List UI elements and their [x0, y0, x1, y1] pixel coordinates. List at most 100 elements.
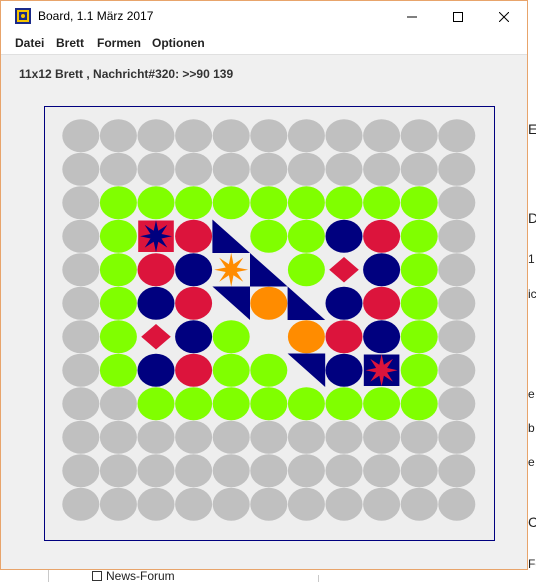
grey-disc: [438, 420, 476, 454]
news-forum-link[interactable]: News-Forum: [92, 569, 175, 583]
maximize-icon: [453, 11, 463, 22]
bg-edge-letter: e: [528, 387, 535, 401]
grey-disc: [287, 487, 325, 521]
red-disc: [175, 219, 213, 253]
grey-disc: [212, 119, 250, 153]
green-disc: [363, 387, 401, 421]
app-icon: [15, 8, 31, 24]
green-disc: [212, 320, 250, 354]
grey-disc: [99, 119, 137, 153]
grey-disc: [400, 487, 438, 521]
green-disc: [287, 186, 325, 220]
menu-datei[interactable]: Datei: [15, 36, 44, 50]
bg-edge-letter: b: [528, 421, 535, 435]
grey-disc: [175, 152, 213, 186]
green-disc: [287, 387, 325, 421]
menu-bar: Datei Brett Formen Optionen: [1, 32, 527, 55]
grey-disc: [62, 454, 100, 488]
grey-disc: [400, 152, 438, 186]
close-icon: [499, 11, 509, 22]
grey-disc: [62, 219, 100, 253]
grey-disc: [99, 387, 137, 421]
red-disc: [325, 320, 363, 354]
grey-disc: [62, 420, 100, 454]
grey-disc: [250, 420, 288, 454]
close-button[interactable]: [481, 1, 527, 32]
folder-icon: [92, 571, 102, 581]
title-bar[interactable]: Board, 1.1 März 2017: [1, 1, 527, 32]
grey-disc: [325, 420, 363, 454]
bg-edge-letter: 1: [528, 252, 535, 266]
green-disc: [137, 387, 175, 421]
grey-disc: [363, 152, 401, 186]
grey-disc: [325, 119, 363, 153]
grey-disc: [363, 487, 401, 521]
green-disc: [400, 286, 438, 320]
navy-disc: [363, 253, 401, 287]
grey-disc: [250, 119, 288, 153]
grey-disc: [62, 286, 100, 320]
grey-disc: [438, 253, 476, 287]
grey-disc: [438, 320, 476, 354]
navy-disc: [137, 286, 175, 320]
grey-disc: [287, 152, 325, 186]
status-message: 11x12 Brett , Nachricht#320: >>90 139: [19, 67, 234, 81]
game-board[interactable]: [44, 106, 495, 541]
grey-disc: [438, 219, 476, 253]
maximize-button[interactable]: [435, 1, 481, 32]
red-disc: [363, 286, 401, 320]
minimize-button[interactable]: [389, 1, 435, 32]
grey-disc: [438, 387, 476, 421]
grey-disc: [99, 454, 137, 488]
green-disc: [99, 353, 137, 387]
grey-disc: [250, 454, 288, 488]
green-disc: [325, 387, 363, 421]
grey-disc: [62, 487, 100, 521]
green-disc: [363, 186, 401, 220]
red-disc: [175, 286, 213, 320]
grey-disc: [400, 119, 438, 153]
grey-disc: [438, 286, 476, 320]
grey-disc: [175, 487, 213, 521]
minimize-icon: [407, 16, 417, 17]
navy-disc: [175, 320, 213, 354]
grey-disc: [363, 420, 401, 454]
grey-disc: [438, 487, 476, 521]
bg-edge-letter: D: [528, 210, 536, 226]
navy-disc: [325, 353, 363, 387]
grey-disc: [212, 152, 250, 186]
red-disc: [175, 353, 213, 387]
bg-edge-letter: ic: [528, 287, 536, 301]
green-disc: [212, 353, 250, 387]
green-disc: [325, 186, 363, 220]
green-disc: [287, 219, 325, 253]
grey-disc: [175, 454, 213, 488]
menu-brett[interactable]: Brett: [56, 36, 84, 50]
grey-disc: [438, 186, 476, 220]
navy-disc: [137, 353, 175, 387]
divider: [318, 575, 319, 582]
grey-disc: [62, 152, 100, 186]
grey-disc: [62, 186, 100, 220]
grey-disc: [99, 152, 137, 186]
green-disc: [250, 219, 288, 253]
green-disc: [400, 320, 438, 354]
navy-disc: [175, 253, 213, 287]
grey-disc: [137, 152, 175, 186]
grey-disc: [250, 487, 288, 521]
green-disc: [400, 353, 438, 387]
grey-disc: [99, 487, 137, 521]
grey-disc: [325, 487, 363, 521]
green-disc: [250, 387, 288, 421]
menu-optionen[interactable]: Optionen: [152, 36, 205, 50]
grey-disc: [137, 420, 175, 454]
bg-edge-letter: Fo: [528, 557, 536, 571]
grey-disc: [137, 454, 175, 488]
grey-disc: [325, 454, 363, 488]
menu-formen[interactable]: Formen: [97, 36, 141, 50]
green-disc: [175, 387, 213, 421]
red-disc: [137, 253, 175, 287]
grey-disc: [363, 119, 401, 153]
green-disc: [287, 253, 325, 287]
grey-disc: [287, 420, 325, 454]
